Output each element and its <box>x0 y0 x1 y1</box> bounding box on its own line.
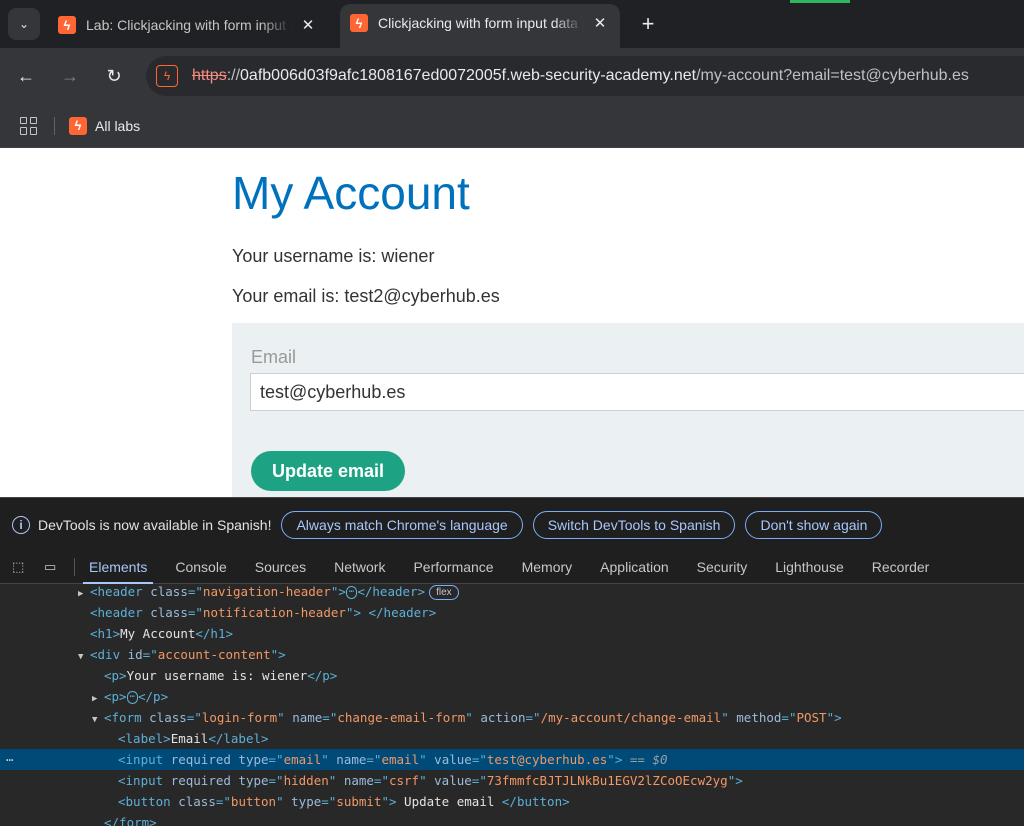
tab-lab[interactable]: ϟ Lab: Clickjacking with form input data… <box>48 8 328 42</box>
update-email-button[interactable]: Update email <box>251 451 406 491</box>
tab-strip: ⌄ ϟ Lab: Clickjacking with form input da… <box>0 0 1024 48</box>
forward-arrow-icon[interactable]: → <box>56 62 84 90</box>
more-actions-icon[interactable]: ⋯ <box>6 749 14 770</box>
ellipsis-icon[interactable]: ⋯ <box>126 691 138 704</box>
burp-favicon-icon: ϟ <box>58 16 76 34</box>
tab-elements[interactable]: Elements <box>82 551 154 584</box>
dont-show-again-button[interactable]: Don't show again <box>745 510 883 539</box>
tab-lighthouse[interactable]: Lighthouse <box>775 551 844 584</box>
flex-badge[interactable]: flex <box>429 585 459 600</box>
dom-node-form[interactable]: ▼ <form class="login-form" name="change-e… <box>0 707 1024 728</box>
dom-node-account-content[interactable]: ▼ <div id="account-content"> <box>0 644 1024 665</box>
dom-node-p-collapsed[interactable]: ▶ <p> ⋯ </p> <box>0 686 1024 707</box>
url-separator: :// <box>226 67 241 84</box>
bookmarks-bar: ϟ All labs <box>0 104 1024 148</box>
url-scheme: https <box>192 67 227 84</box>
email-label: Email <box>251 347 297 367</box>
info-icon: i <box>12 515 30 534</box>
page-title: My Account <box>232 167 470 219</box>
username-text: Your username is: wiener <box>232 246 435 266</box>
new-tab-button[interactable]: + <box>634 10 662 38</box>
elements-dom-tree: ▶ <header class="navigation-header"> ⋯ </he… <box>0 585 1024 826</box>
dom-node-email-input-selected[interactable]: ⋯ <input required type="email" name="ema… <box>0 749 1024 770</box>
burp-favicon-icon: ϟ <box>69 116 87 135</box>
toolbar-divider <box>74 558 75 576</box>
tab-group-indicator <box>790 0 850 3</box>
dom-node-button[interactable]: <button class="button" type="submit"> Up… <box>0 791 1024 812</box>
bookmark-separator <box>54 116 55 135</box>
browser-toolbar: ← → ↻ ϟ https://0afb006d03f9afc1808167ed… <box>0 48 1024 104</box>
tab-title: Clickjacking with form input data prefil… <box>378 15 584 31</box>
selected-node-marker: == $0 <box>629 752 668 767</box>
dom-node-label[interactable]: <label>Email</label> <box>0 728 1024 749</box>
site-info-icon[interactable]: ϟ <box>156 65 178 87</box>
tab-performance[interactable]: Performance <box>413 551 493 584</box>
tab-sources[interactable]: Sources <box>255 551 306 584</box>
switch-to-spanish-button[interactable]: Switch DevTools to Spanish <box>532 510 736 539</box>
address-bar[interactable]: ϟ https://0afb006d03f9afc1808167ed007200… <box>146 56 1024 96</box>
inspect-element-icon[interactable]: ⬚ <box>12 559 30 575</box>
close-icon[interactable]: ✕ <box>590 14 610 32</box>
tab-memory[interactable]: Memory <box>522 551 573 584</box>
infobar-message: DevTools is now available in Spanish! <box>38 516 272 533</box>
tab-network[interactable]: Network <box>334 551 385 584</box>
tab-search-button[interactable]: ⌄ <box>8 8 40 40</box>
dom-node-h1[interactable]: <h1>My Account</h1> <box>0 623 1024 644</box>
tab-clickjacking[interactable]: ϟ Clickjacking with form input data pref… <box>340 4 620 48</box>
chevron-down-icon: ⌄ <box>18 17 30 31</box>
dom-node-nav-header[interactable]: ▶ <header class="navigation-header"> ⋯ </he… <box>0 585 1024 602</box>
page-viewport: My Account Your username is: wiener Your… <box>0 148 1024 497</box>
reload-icon[interactable]: ↻ <box>100 62 128 90</box>
bookmark-all-labs[interactable]: ϟ All labs <box>69 116 141 135</box>
tab-title: Lab: Clickjacking with form input data p… <box>86 17 292 33</box>
dom-node-csrf-input[interactable]: <input required type="hidden" name="csrf… <box>0 770 1024 791</box>
device-toolbar-icon[interactable]: ▭ <box>44 559 62 575</box>
change-email-form: Email Update email <box>232 323 1024 497</box>
bookmark-label: All labs <box>95 117 141 134</box>
dom-node-notification-header[interactable]: <header class="notification-header"> </h… <box>0 602 1024 623</box>
tab-security[interactable]: Security <box>697 551 748 584</box>
back-arrow-icon[interactable]: ← <box>12 62 40 90</box>
dom-node-p-username[interactable]: <p>Your username is: wiener</p> <box>0 665 1024 686</box>
dom-node-form-close[interactable]: </form> <box>0 812 1024 826</box>
devtools-tab-bar: ⬚ ▭ Elements Console Sources Network Per… <box>0 551 1024 584</box>
apps-grid-icon[interactable] <box>20 116 38 135</box>
always-match-language-button[interactable]: Always match Chrome's language <box>281 510 523 539</box>
ellipsis-icon[interactable]: ⋯ <box>345 586 358 599</box>
url-host: 0afb006d03f9afc1808167ed0072005f.web-sec… <box>240 67 697 84</box>
burp-favicon-icon: ϟ <box>350 14 368 32</box>
devtools-panel: i DevTools is now available in Spanish! … <box>0 497 1024 826</box>
devtools-language-infobar: i DevTools is now available in Spanish! … <box>0 497 1024 551</box>
email-input[interactable] <box>250 373 1024 411</box>
close-icon[interactable]: ✕ <box>298 16 318 34</box>
tab-recorder[interactable]: Recorder <box>872 551 930 584</box>
tab-console[interactable]: Console <box>175 551 226 584</box>
tab-application[interactable]: Application <box>600 551 669 584</box>
url-path: /my-account?email=test@cyberhub.es <box>696 67 969 84</box>
email-text: Your email is: test2@cyberhub.es <box>232 286 500 306</box>
